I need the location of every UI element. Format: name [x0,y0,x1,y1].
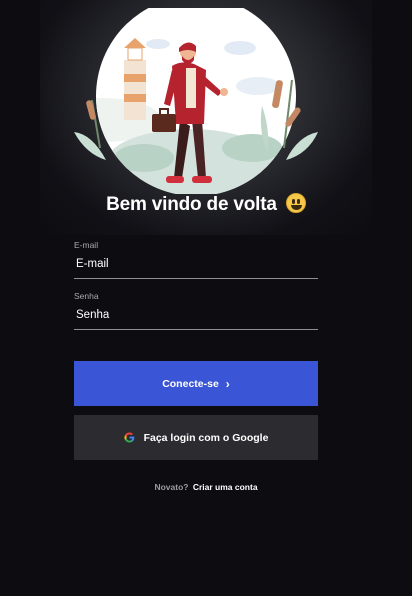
email-input[interactable] [74,252,318,279]
welcome-illustration [74,8,318,194]
create-account-link[interactable]: Criar uma conta [193,482,258,492]
welcome-heading: Bem vindo de volta [0,193,412,216]
chevron-right-icon: › [225,376,230,391]
google-login-label: Faça login com o Google [143,431,269,444]
google-icon [124,432,134,443]
signup-prompt: Novato? Criar uma conta [0,482,412,492]
email-label: E-mail [74,240,99,250]
password-label: Senha [74,291,99,301]
login-button-label: Conecte-se [162,377,219,390]
signup-question: Novato? [154,482,189,492]
welcome-title: Bem vindo de volta [106,194,277,215]
password-field-group: Senha [74,291,318,330]
password-input[interactable] [74,303,318,330]
google-login-button[interactable]: Faça login com o Google [74,415,318,460]
email-field-group: E-mail [74,240,318,279]
grinning-face-emoji-icon [285,193,306,213]
login-button[interactable]: Conecte-se › [74,361,318,406]
